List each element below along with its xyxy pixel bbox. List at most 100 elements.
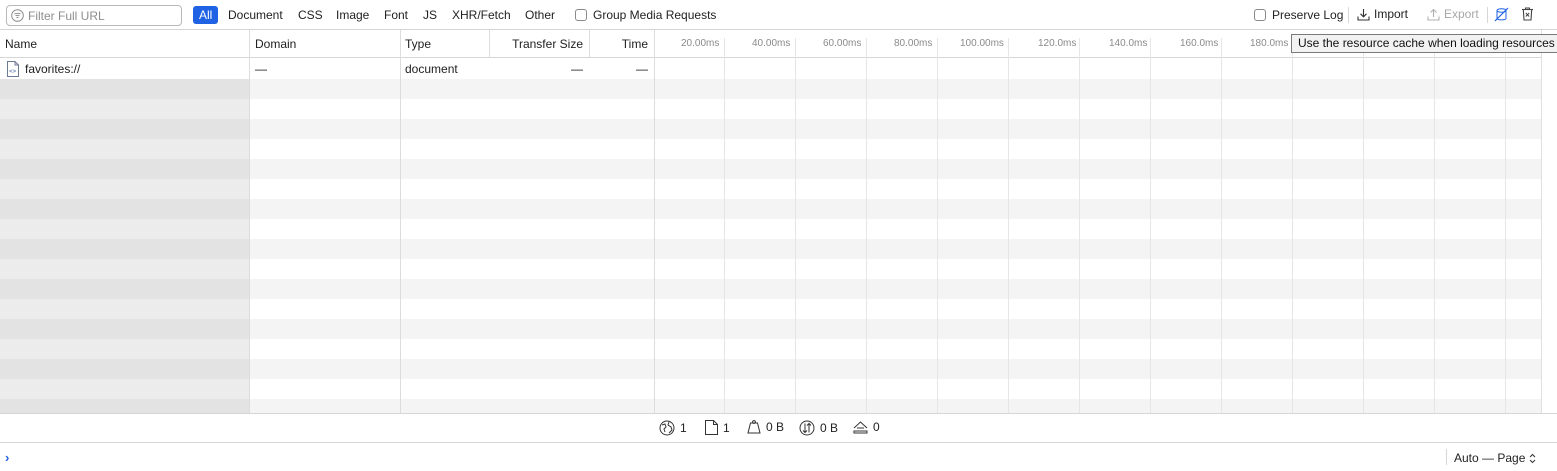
up-down-chevron-icon [1530, 453, 1536, 463]
column-divider[interactable] [400, 30, 401, 413]
group-media-label: Group Media Requests [593, 8, 717, 22]
timeline-tick: 20.00ms [681, 38, 720, 49]
scope-font[interactable]: Font [384, 7, 408, 24]
column-header-name[interactable]: Name [5, 30, 37, 58]
preserve-log-label: Preserve Log [1272, 8, 1344, 22]
svg-text:<>: <> [9, 68, 17, 75]
name-column-stripe [0, 299, 249, 319]
network-toolbar: All Document CSS Image Font JS XHR/Fetch… [0, 0, 1557, 30]
name-column-stripe [0, 379, 249, 399]
summary-documents: 1 [705, 420, 730, 435]
timeline-gridline [1363, 38, 1364, 413]
transfer-arrows-icon [799, 420, 815, 436]
filter-field[interactable] [6, 5, 182, 26]
export-label: Export [1444, 7, 1479, 21]
scrollbar-track[interactable] [1541, 30, 1557, 413]
column-divider[interactable] [654, 30, 655, 413]
resource-cache-tooltip: Use the resource cache when loading reso… [1291, 34, 1557, 53]
name-column-stripe [0, 259, 249, 279]
scope-document[interactable]: Document [228, 7, 283, 24]
scope-all[interactable]: All [193, 6, 219, 24]
toolbar-divider [1348, 7, 1349, 23]
request-transfer-size: — [571, 62, 583, 76]
preserve-log-checkbox-box[interactable] [1254, 9, 1266, 21]
name-column-stripe [0, 359, 249, 379]
scope-xhr-fetch[interactable]: XHR/Fetch [452, 7, 511, 24]
import-button[interactable]: Import [1357, 7, 1408, 21]
export-icon [1427, 8, 1440, 21]
resource-cache-toggle[interactable] [1494, 7, 1513, 22]
name-column-stripe [0, 119, 249, 139]
name-column-stripe [0, 339, 249, 359]
console-prompt-bar[interactable]: › Auto — Page [0, 443, 1557, 471]
name-column-stripe [0, 179, 249, 199]
request-time: — [636, 62, 648, 76]
column-header-time[interactable]: Time [590, 30, 648, 58]
timeline-gridline [866, 38, 867, 413]
timeline-gridline [724, 38, 725, 413]
name-column-background [0, 79, 249, 419]
timeline-gridline [1505, 38, 1506, 413]
globe-icon [659, 420, 675, 436]
filter-icon[interactable] [11, 9, 24, 22]
scope-image[interactable]: Image [336, 7, 369, 24]
name-column-stripe [0, 99, 249, 119]
request-type: document [405, 62, 458, 76]
timeline-gridline [1150, 38, 1151, 413]
timeline-gridline [795, 38, 796, 413]
summary-requests: 1 [659, 420, 687, 436]
column-divider[interactable] [489, 30, 490, 58]
network-summary-bar: 1 1 0 B 0 B 0 [0, 413, 1557, 443]
timeline-tick: 160.0ms [1180, 38, 1219, 49]
requests-count: 1 [680, 421, 687, 435]
documents-count: 1 [723, 420, 730, 435]
column-header-transfer-size[interactable]: Transfer Size [490, 30, 583, 58]
name-column-stripe [0, 139, 249, 159]
timeline-gridline [1292, 38, 1293, 413]
name-column-stripe [0, 239, 249, 259]
name-column-stripe [0, 79, 249, 99]
document-icon: <> [7, 61, 19, 77]
scope-other[interactable]: Other [525, 7, 555, 24]
execution-context-select[interactable]: Auto — Page [1454, 451, 1536, 465]
export-button[interactable]: Export [1427, 7, 1479, 21]
resources-size: 0 B [820, 421, 839, 435]
scope-js[interactable]: JS [423, 7, 437, 24]
request-name[interactable]: favorites:// [25, 59, 80, 79]
timeline-tick: 120.0ms [1038, 38, 1077, 49]
group-media-checkbox-box[interactable] [575, 9, 587, 21]
timeline-tick: 80.00ms [894, 38, 933, 49]
import-label: Import [1374, 7, 1409, 21]
column-divider[interactable] [589, 30, 590, 58]
toolbar-divider [1487, 7, 1488, 23]
timeline-tick: 100.00ms [960, 38, 1004, 49]
trash-icon [1522, 7, 1533, 21]
summary-resources: 0 B [799, 420, 838, 436]
weight-icon [747, 420, 761, 434]
timeline-gridline [1221, 38, 1222, 413]
import-icon [1357, 8, 1370, 21]
filter-input[interactable] [28, 8, 178, 23]
name-column-stripe [0, 319, 249, 339]
timeline-tick: 60.00ms [823, 38, 862, 49]
clear-log-button[interactable] [1521, 7, 1538, 21]
scope-css[interactable]: CSS [298, 7, 323, 24]
column-header-type[interactable]: Type [405, 30, 431, 58]
name-column-stripe [0, 219, 249, 239]
console-prompt-chevron-icon: › [5, 450, 10, 465]
name-column-stripe [0, 199, 249, 219]
summary-transferred: 0 B [747, 420, 784, 434]
resource-cache-disabled-icon [1494, 7, 1509, 22]
timeline-gridline [1079, 38, 1080, 413]
execution-context-label: Auto — Page [1454, 451, 1526, 465]
preserve-log-checkbox[interactable]: Preserve Log [1254, 8, 1343, 22]
column-divider[interactable] [249, 30, 250, 413]
column-header-domain[interactable]: Domain [255, 30, 296, 58]
group-media-checkbox[interactable]: Group Media Requests [575, 8, 716, 22]
name-column-stripe [0, 279, 249, 299]
summary-redirects: 0 [853, 420, 880, 434]
page-icon [705, 420, 718, 435]
table-row[interactable]: <> favorites:// — document — — [0, 59, 1541, 79]
timeline-gridline [1008, 38, 1009, 413]
upload-tray-icon [853, 421, 868, 434]
